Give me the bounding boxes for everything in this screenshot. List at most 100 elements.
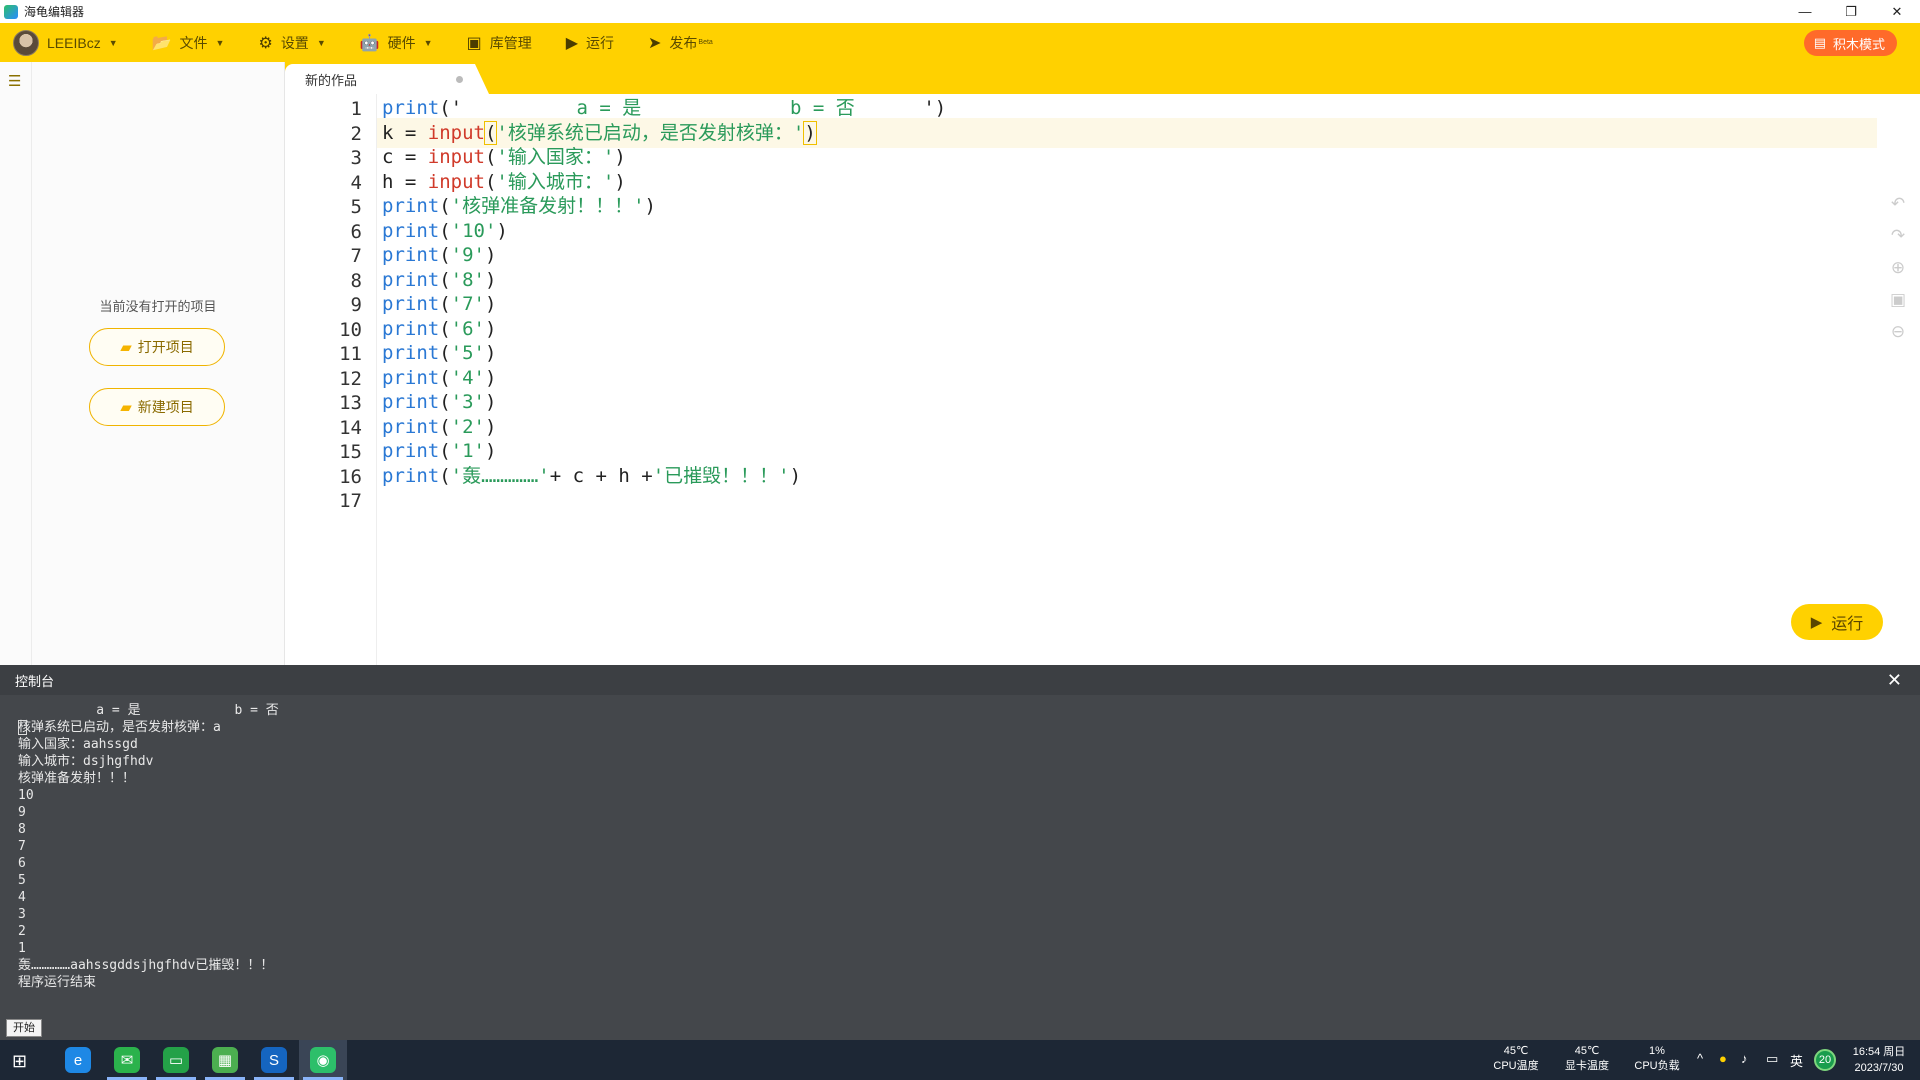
cpu-load-value: 1%: [1649, 1045, 1665, 1057]
code-token: (: [439, 366, 451, 389]
code-token: (: [439, 317, 451, 340]
console-line: 程序运行结束: [18, 975, 97, 990]
line-number-gutter: 1 2 3 4 5 6 7 8 9 10 11 12 13 14 15 16 17: [285, 94, 377, 665]
cpu-temp-stat: 45℃ CPU温度: [1481, 1044, 1551, 1074]
windows-start-icon[interactable]: ⊞: [12, 1051, 27, 1072]
code-token: print: [382, 464, 440, 487]
gear-icon: ⚙: [258, 34, 273, 52]
zoom-in-icon[interactable]: ⊕: [1886, 258, 1910, 278]
network-icon[interactable]: ▭: [1766, 1051, 1778, 1067]
code-token: ): [484, 415, 497, 438]
volume-icon[interactable]: ♪: [1741, 1051, 1748, 1066]
clock[interactable]: 16:54 周日 2023/7/30: [1838, 1044, 1920, 1076]
code-editor[interactable]: 1 2 3 4 5 6 7 8 9 10 11 12 13 14 15 16 17 print(' a = 是 …: [285, 94, 1920, 665]
code-token: '已摧毁！！！': [652, 464, 790, 487]
code-token: '): [923, 97, 947, 119]
tray-app-icon[interactable]: ●: [1719, 1051, 1727, 1066]
minimize-button[interactable]: —: [1782, 0, 1828, 23]
line-number: 3: [350, 147, 362, 169]
turtle-editor-icon: ◉: [310, 1047, 336, 1073]
code-token: print: [382, 268, 440, 291]
unsaved-dot-icon: [456, 76, 463, 83]
clock-time: 16:54 周日: [1852, 1046, 1906, 1058]
code-line[interactable]: [377, 485, 1877, 515]
code-token: (: [484, 146, 497, 168]
no-project-text: 当前没有打开的项目: [99, 299, 217, 314]
tray-chevron-up-icon[interactable]: ^: [1697, 1051, 1703, 1066]
line-number: 10: [339, 318, 362, 341]
user-menu[interactable]: LEEIBcz ▼: [47, 35, 118, 51]
zoom-out-icon[interactable]: ⊖: [1886, 322, 1910, 342]
taskbar-app[interactable]: S: [250, 1040, 298, 1080]
tab-new-work[interactable]: 新的作品: [285, 64, 489, 94]
user-avatar[interactable]: [13, 29, 39, 56]
open-project-button[interactable]: ▰ 打开项目: [89, 328, 225, 366]
taskbar-app[interactable]: ◉: [299, 1040, 347, 1080]
line-number: 15: [339, 441, 362, 463]
main-toolbar: LEEIBcz ▼ 📂 文件 ▼ ⚙ 设置 ▼ 🤖 硬件 ▼ ▣ 库管理 ▶ 运行 ➤ 发布 Beta ▤ 积…: [0, 23, 1920, 62]
tab-title: 新的作品: [305, 72, 358, 88]
code-token: (: [439, 342, 451, 364]
menu-toggle-icon[interactable]: ☰: [8, 72, 21, 90]
console-line: a = 是 b = 否: [18, 703, 279, 718]
toolbar-item-2[interactable]: 🤖 硬件 ▼: [360, 33, 433, 53]
code-token: '10': [450, 219, 497, 242]
console-line: 5: [18, 873, 26, 888]
toolbar-item-5[interactable]: ➤ 发布 Beta: [648, 33, 713, 53]
toolbar-item-label: 发布: [669, 34, 698, 51]
folder-open-icon: ▰: [120, 339, 132, 356]
line-number: 6: [350, 220, 362, 243]
code-token: '5': [450, 342, 485, 364]
restore-button[interactable]: ❐: [1828, 0, 1874, 23]
new-project-button[interactable]: ▰ 新建项目: [89, 388, 225, 426]
redo-icon[interactable]: ↷: [1886, 226, 1910, 246]
cpu-temp-value: 45℃: [1503, 1045, 1529, 1057]
reset-zoom-icon[interactable]: ▣: [1886, 290, 1910, 310]
taskbar: ⊞ e ✉ ▭ ▦ S ◉ 45℃ CPU温度 45℃ 显卡温度 1% CPU负载 ^ ●…: [0, 1040, 1920, 1080]
line-number: 2: [350, 122, 362, 145]
code-token: (: [439, 268, 451, 291]
close-icon[interactable]: ✕: [1887, 670, 1902, 691]
toolbar-item-1[interactable]: ⚙ 设置 ▼: [258, 33, 325, 53]
folder-plus-icon: ▰: [120, 399, 132, 416]
taskbar-app[interactable]: ▭: [152, 1040, 200, 1080]
taskbar-app[interactable]: ✉: [103, 1040, 151, 1080]
code-token: '核弹系统已启动，是否发射核弹：': [496, 121, 805, 144]
input-cursor[interactable]: [18, 720, 27, 735]
close-window-button[interactable]: ✕: [1874, 0, 1920, 23]
toolbar-item-4[interactable]: ▶ 运行: [566, 33, 614, 53]
code-token: (: [483, 120, 498, 145]
code-token: ): [614, 170, 626, 193]
console-output[interactable]: a = 是 b = 否核弹系统已启动，是否发射核弹：a 输入国家：aahssgd 输…: [0, 695, 1920, 1040]
line-number: 13: [339, 392, 362, 414]
code-token: (: [439, 464, 451, 487]
run-button[interactable]: ▶ 运行: [1791, 604, 1883, 640]
code-token: print: [382, 97, 440, 119]
code-token: c =: [382, 146, 428, 168]
ime-indicator[interactable]: 英: [1790, 1051, 1803, 1070]
code-token: ): [614, 146, 626, 168]
open-project-label: 打开项目: [137, 339, 194, 355]
toolbar-item-label: 硬件: [387, 34, 416, 51]
code-token: print: [382, 342, 440, 364]
code-token: (: [439, 219, 451, 242]
code-token: ): [484, 293, 497, 315]
toolbar-item-3[interactable]: ▣ 库管理: [467, 33, 532, 53]
toolbar-item-0[interactable]: 📂 文件 ▼: [152, 33, 225, 53]
store-app-icon: ▦: [212, 1047, 238, 1073]
ie-icon: e: [65, 1047, 91, 1073]
code-token: '9': [450, 244, 485, 266]
undo-icon[interactable]: ↶: [1886, 194, 1910, 214]
code-token: print: [382, 195, 440, 217]
window-controls: — ❐ ✕: [1782, 0, 1920, 23]
robot-icon: 🤖: [359, 34, 380, 52]
taskbar-app[interactable]: ▦: [201, 1040, 249, 1080]
run-label: 运行: [1831, 616, 1864, 633]
code-token: '8': [450, 268, 485, 291]
notification-badge[interactable]: 20: [1814, 1049, 1836, 1071]
toolbar-item-label: 运行: [586, 34, 615, 51]
console-line: 输入国家：aahssgd: [18, 737, 138, 752]
code-token: (: [439, 391, 451, 413]
block-mode-button[interactable]: ▤ 积木模式: [1803, 30, 1897, 56]
taskbar-app[interactable]: e: [54, 1040, 102, 1080]
